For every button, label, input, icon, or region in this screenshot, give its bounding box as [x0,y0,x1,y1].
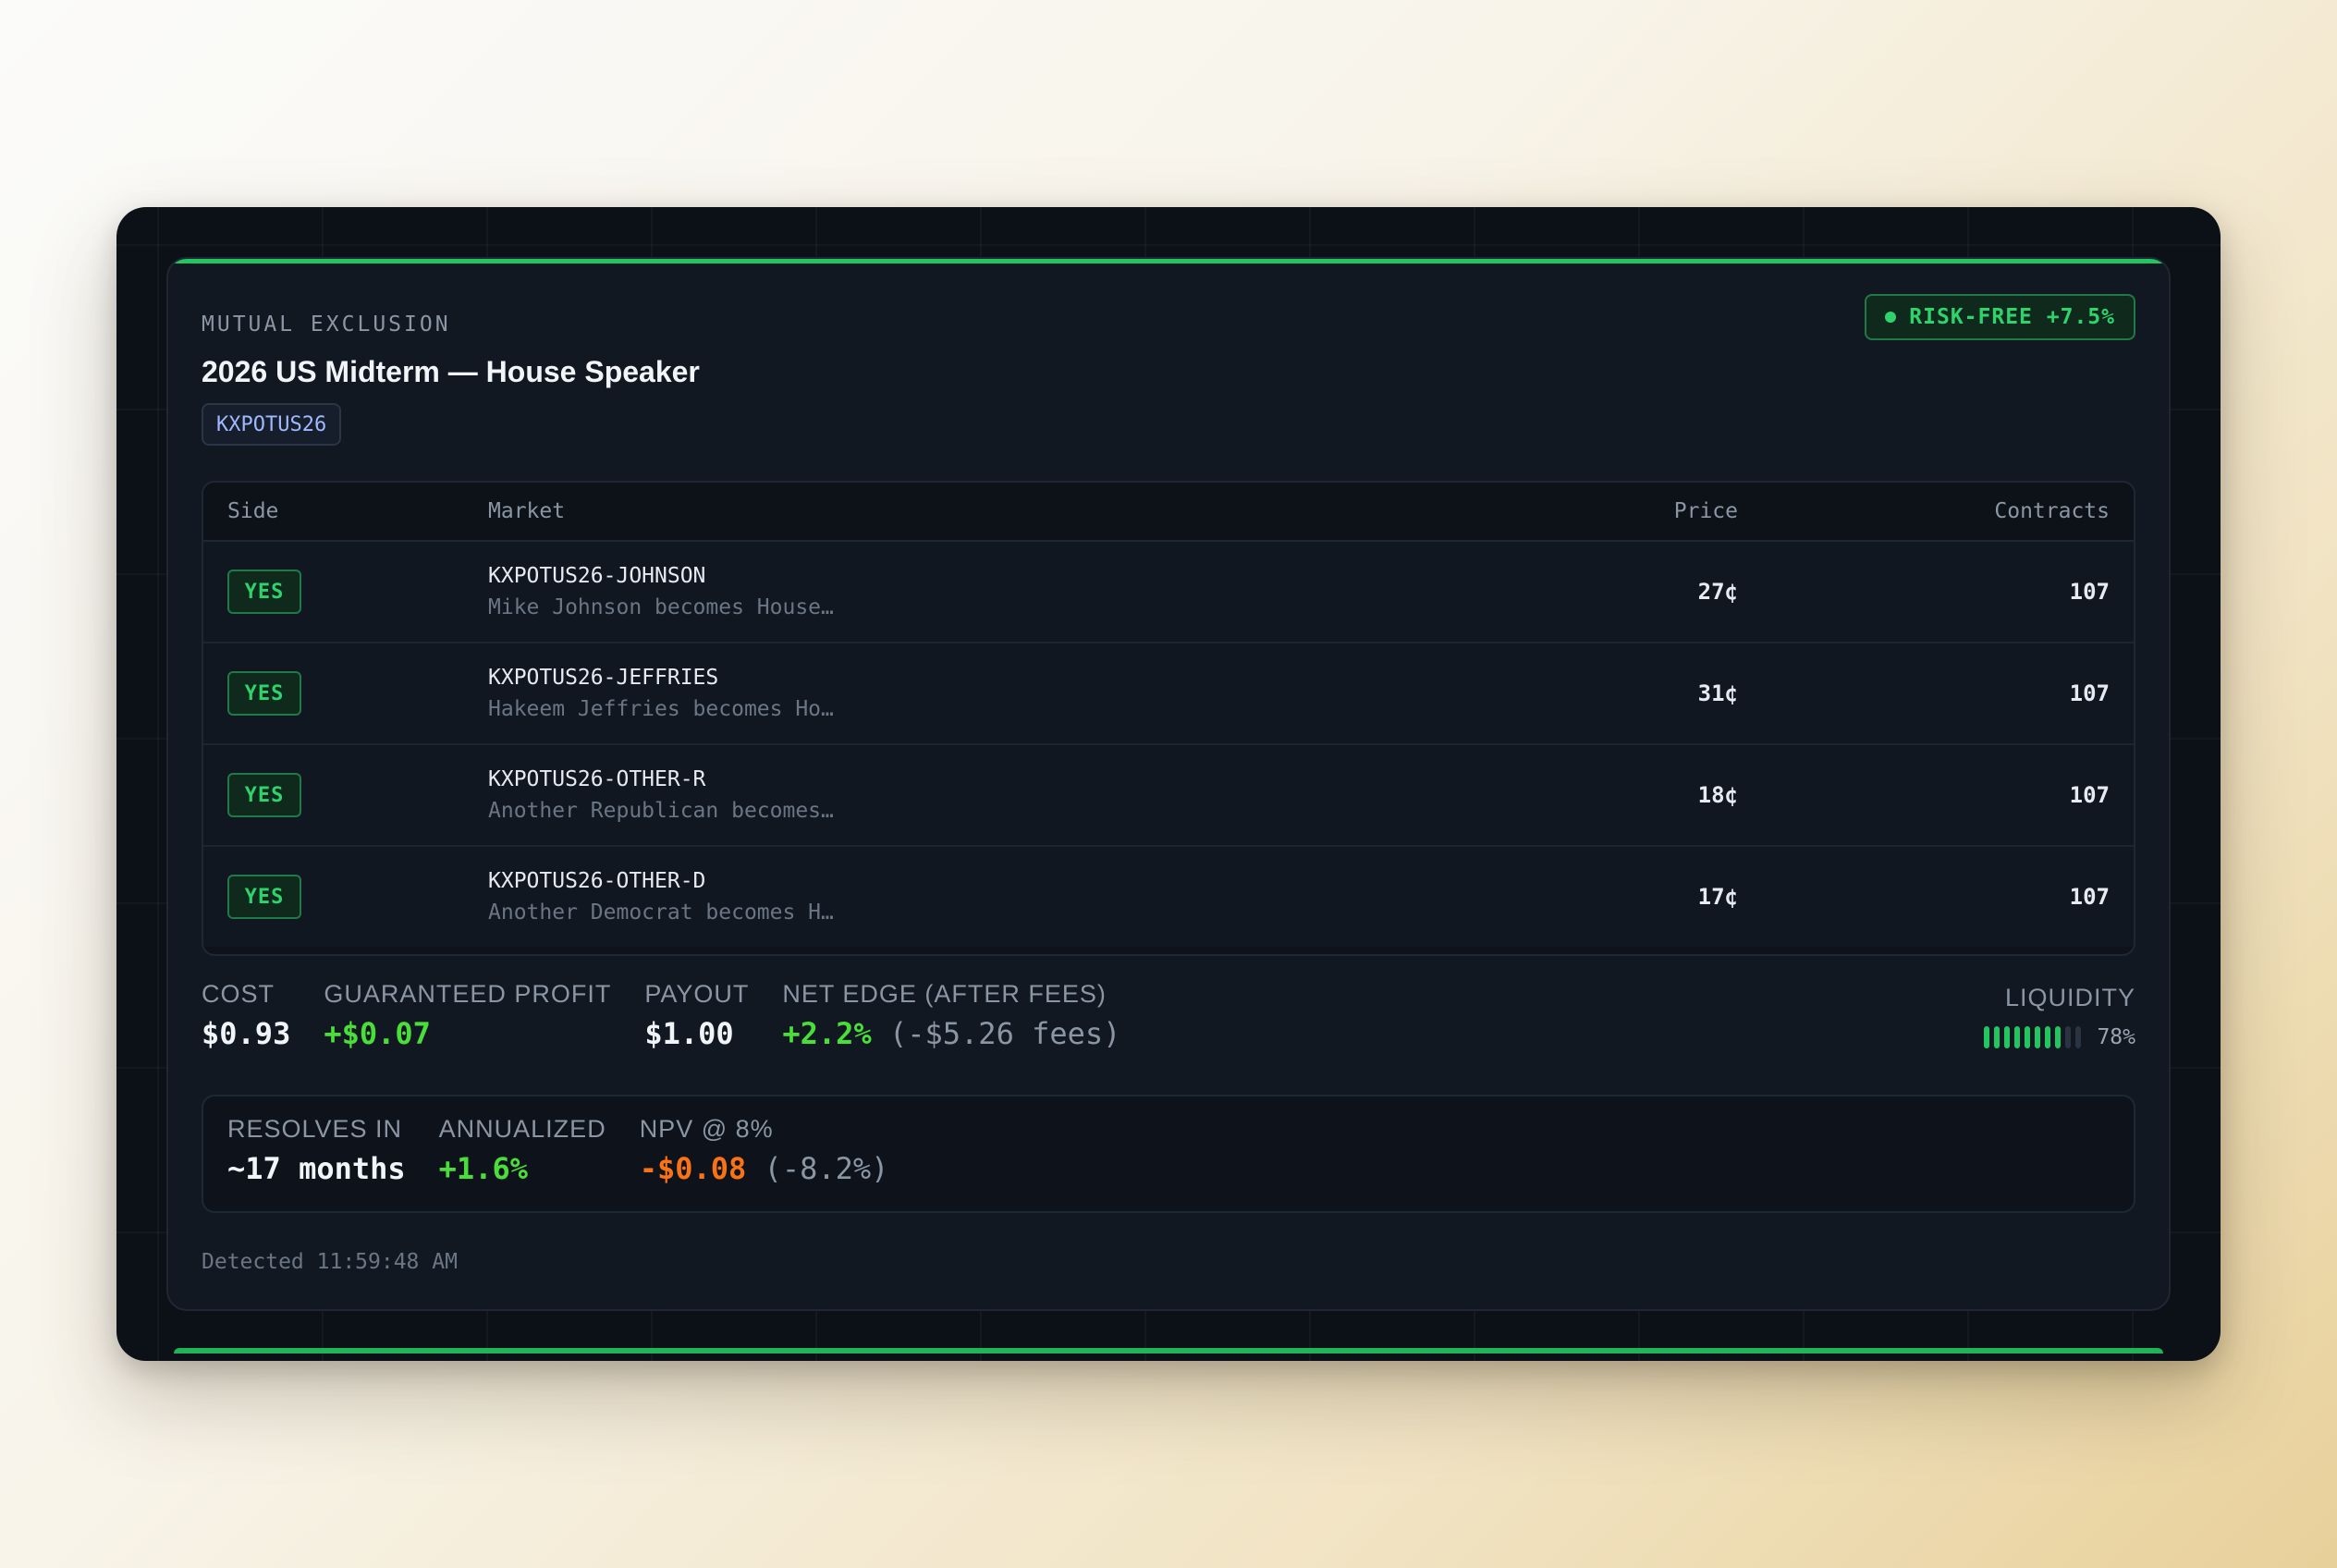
metric-cost: COST $0.93 [202,980,290,1051]
market-description: Another Republican becomes… [488,799,834,823]
liquidity-bar: 78% [1984,1025,2135,1049]
market-description: Mike Johnson becomes House… [488,595,834,619]
liquidity-segment [1984,1026,1990,1048]
liquidity-segment [2055,1026,2062,1048]
npv-percent: (-8.2%) [764,1151,889,1186]
price-cell: 18¢ [1697,782,1738,808]
contracts-cell: 107 [2069,782,2110,808]
side-badge: YES [227,773,301,817]
metric-label: COST [202,980,275,1008]
liquidity-segment [1994,1026,2001,1048]
price-cell: 27¢ [1697,579,1738,605]
header-price: Price [1673,499,1738,523]
metric-label: PAYOUT [644,980,750,1008]
liquidity-segment [2014,1026,2021,1048]
metric-net-edge: NET EDGE (AFTER FEES) +2.2% (-$5.26 fees… [782,980,1120,1051]
market-ticker: KXPOTUS26-OTHER-R [488,767,706,791]
side-badge: YES [227,570,301,614]
market-ticker: KXPOTUS26-JOHNSON [488,564,706,588]
metric-value: +1.6% [438,1151,528,1186]
metric-payout: PAYOUT $1.00 [644,980,749,1051]
metrics-row: COST $0.93 GUARANTEED PROFIT +$0.07 PAYO… [202,980,1154,1051]
table-row[interactable]: YES KXPOTUS26-OTHER-D Another Democrat b… [203,847,2134,947]
side-badge: YES [227,671,301,716]
liquidity-segment [2025,1026,2031,1048]
header-market: Market [488,499,566,523]
header-contracts: Contracts [1994,499,2110,523]
liquidity-meter: LIQUIDITY 78% [1984,984,2135,1049]
next-card-accent-line [174,1348,2163,1354]
metric-value: +$0.07 [324,1016,431,1051]
metric-guaranteed-profit: GUARANTEED PROFIT +$0.07 [324,980,611,1051]
metric-value: $0.93 [202,1016,291,1051]
metric-label: NET EDGE (AFTER FEES) [782,980,1107,1008]
liquidity-percent: 78% [2097,1025,2135,1049]
market-ticker: KXPOTUS26-OTHER-D [488,869,706,893]
metric-label: GUARANTEED PROFIT [324,980,612,1008]
liquidity-segment [2035,1026,2041,1048]
market-description: Another Democrat becomes H… [488,900,834,925]
card-accent-line [168,259,2169,263]
contracts-cell: 107 [2069,579,2110,605]
metric-value: $1.00 [644,1016,734,1051]
npv-value: -$0.08 [639,1151,747,1186]
table-row[interactable]: YES KXPOTUS26-OTHER-R Another Republican… [203,745,2134,847]
liquidity-label: LIQUIDITY [2004,984,2135,1011]
opportunity-card[interactable]: MUTUAL EXCLUSION RISK-FREE +7.5% 2026 US… [166,257,2171,1311]
table-row[interactable]: YES KXPOTUS26-JOHNSON Mike Johnson becom… [203,542,2134,643]
contracts-cell: 107 [2069,680,2110,706]
table-row[interactable]: YES KXPOTUS26-JEFFRIES Hakeem Jeffries b… [203,643,2134,745]
table-header: Side Market Price Contracts [203,483,2134,542]
net-edge-value: +2.2% [782,1016,872,1051]
legs-table: Side Market Price Contracts YES KXPOTUS2… [202,481,2135,956]
header-side: Side [227,499,279,523]
metric-npv: NPV @ 8% -$0.08 (-8.2%) [640,1115,889,1186]
metric-resolves-in: RESOLVES IN ~17 months [227,1115,406,1186]
liquidity-segment [2065,1026,2072,1048]
metric-label: NPV @ 8% [639,1115,774,1143]
market-ticker: KXPOTUS26-JEFFRIES [488,666,719,690]
liquidity-segment [2004,1026,2011,1048]
card-title: 2026 US Midterm — House Speaker [202,355,700,388]
opportunity-type-label: MUTUAL EXCLUSION [202,312,451,337]
status-dot-icon [1885,312,1897,323]
metric-annualized: ANNUALIZED +1.6% [439,1115,606,1186]
contracts-cell: 107 [2069,884,2110,910]
app-window: MUTUAL EXCLUSION RISK-FREE +7.5% 2026 US… [116,207,2221,1361]
metric-label: ANNUALIZED [438,1115,606,1143]
fees-value: (-$5.26 fees) [888,1016,1121,1051]
event-ticker-tag[interactable]: KXPOTUS26 [202,403,342,446]
liquidity-segment [2045,1026,2051,1048]
risk-free-badge-text: RISK-FREE +7.5% [1909,305,2115,329]
liquidity-segment [2075,1026,2082,1048]
market-description: Hakeem Jeffries becomes Ho… [488,697,834,721]
metric-value: ~17 months [227,1151,406,1186]
side-badge: YES [227,875,301,919]
price-cell: 17¢ [1697,884,1738,910]
metric-label: RESOLVES IN [227,1115,403,1143]
resolution-panel: RESOLVES IN ~17 months ANNUALIZED +1.6% … [202,1095,2135,1213]
detected-timestamp: Detected 11:59:48 AM [202,1250,458,1274]
risk-free-badge: RISK-FREE +7.5% [1865,294,2135,340]
price-cell: 31¢ [1697,680,1738,706]
